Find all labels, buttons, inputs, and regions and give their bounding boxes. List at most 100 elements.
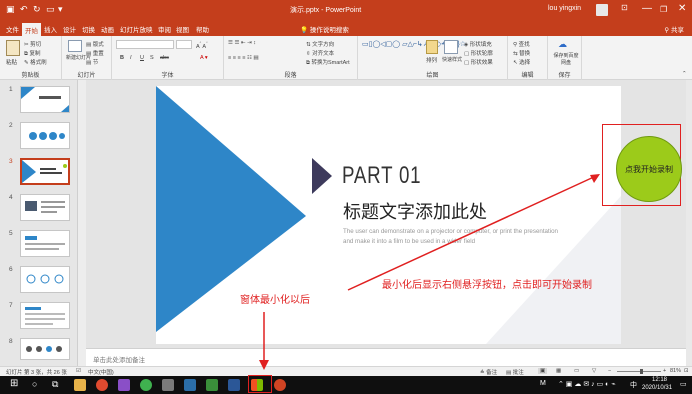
notes-toggle[interactable]: ≙ 备注	[480, 368, 497, 376]
user-name[interactable]: lou yingxin	[548, 5, 581, 12]
slide-thumbnail-3[interactable]	[20, 158, 70, 185]
powerpoint-icon[interactable]	[274, 379, 286, 391]
app-icon-5[interactable]	[162, 379, 174, 391]
slide-thumbnail-4[interactable]	[20, 194, 70, 221]
editor-scrollbar[interactable]	[686, 80, 692, 366]
tab-insert[interactable]: 插入	[44, 24, 57, 34]
ime-lang[interactable]: 中	[630, 380, 637, 390]
zoom-slider-thumb[interactable]	[640, 369, 643, 374]
save-icon[interactable]: ▣	[6, 4, 15, 15]
slide-thumbnail-8[interactable]	[20, 338, 70, 360]
windows-start-icon[interactable]: ⊞	[10, 378, 18, 389]
tab-review[interactable]: 审阅	[158, 24, 171, 34]
app-icon-7[interactable]	[206, 379, 218, 391]
slide-thumbnail-6[interactable]	[20, 266, 70, 293]
slide-canvas[interactable]: PART 01 标题文字添加此处 The user can demonstrat…	[156, 86, 621, 344]
tray-icons[interactable]: ⌃ ▣ ☁ ✉ ♪ ▭ ◐ ⌁	[558, 380, 616, 388]
shadow-button[interactable]: S	[150, 55, 154, 61]
start-slideshow-icon[interactable]: ▭	[46, 4, 55, 15]
bold-button[interactable]: B	[120, 55, 124, 61]
shape-fill-button[interactable]: ◈ 形状填充	[464, 40, 492, 48]
text-direction-button[interactable]: ⇅ 文字方向	[306, 40, 334, 48]
tab-home[interactable]: 开始	[22, 23, 41, 36]
wechat-icon[interactable]	[140, 379, 152, 391]
slide-thumbnail-1[interactable]	[20, 86, 70, 113]
normal-view-button[interactable]: ▣	[538, 368, 548, 374]
zoom-level[interactable]: 81%	[670, 368, 681, 374]
ime-icon[interactable]: M	[540, 380, 546, 387]
task-view-icon[interactable]: ⧉	[52, 379, 58, 390]
minimize-button[interactable]: —	[642, 3, 652, 14]
word-icon[interactable]	[228, 379, 240, 391]
tab-animations[interactable]: 动画	[101, 24, 114, 34]
float-record-button[interactable]: 点我开始录制	[616, 136, 682, 202]
font-family-select[interactable]	[116, 40, 174, 49]
tab-help[interactable]: 帮助	[196, 24, 209, 34]
close-button[interactable]: ✕	[678, 3, 686, 14]
clock-time[interactable]: 12:18	[652, 377, 667, 383]
customize-qat-icon[interactable]: ▾	[58, 4, 63, 15]
slide-thumbnail-7[interactable]	[20, 302, 70, 329]
reading-view-button[interactable]: ▭	[574, 368, 579, 374]
tell-me-search[interactable]: 💡 操作说明搜索	[300, 24, 349, 34]
copy-button[interactable]: ⧉ 复制	[24, 49, 40, 58]
zoom-slider[interactable]	[617, 371, 661, 372]
tab-file[interactable]: 文件	[6, 24, 19, 34]
chrome-icon[interactable]	[96, 379, 108, 391]
font-color-button[interactable]: A ▾	[200, 55, 208, 61]
ribbon-display-icon[interactable]: ⊡	[621, 3, 628, 12]
tab-design[interactable]: 设计	[63, 24, 76, 34]
search-icon[interactable]: ○	[32, 379, 37, 389]
comments-toggle[interactable]: ▤ 批注	[506, 368, 524, 376]
strikethrough-button[interactable]: abc	[160, 55, 169, 61]
zoom-out-button[interactable]: −	[608, 368, 611, 374]
align-text-button[interactable]: ⇳ 对齐文本	[306, 49, 334, 57]
shape-effects-button[interactable]: ▢ 形状效果	[464, 58, 493, 66]
replace-button[interactable]: ⇆ 替换	[513, 49, 530, 57]
italic-button[interactable]: I	[130, 55, 132, 61]
baidu-cloud-icon[interactable]: ☁	[558, 39, 567, 50]
zoom-in-button[interactable]: +	[663, 368, 666, 374]
cut-button[interactable]: ✂ 剪切	[24, 40, 41, 48]
arrange-icon[interactable]	[426, 40, 438, 54]
layout-button[interactable]: ▤ 版式	[86, 40, 104, 48]
share-button[interactable]: ⚲ 共享	[664, 24, 684, 34]
select-button[interactable]: ↖ 选择	[513, 58, 530, 66]
undo-icon[interactable]: ↶	[20, 4, 28, 15]
fit-slide-icon[interactable]: ⊡	[684, 368, 689, 374]
thumbnail-scrollbar[interactable]	[78, 80, 86, 366]
paste-icon[interactable]	[6, 40, 20, 56]
shape-outline-button[interactable]: ▢ 形状轮廓	[464, 49, 493, 57]
slideshow-view-button[interactable]: ▽	[592, 368, 596, 374]
align-icon[interactable]: ≡ ≡ ≡ ≡ ☷ ▤	[228, 55, 259, 61]
app-icon-6[interactable]	[184, 379, 196, 391]
tab-transitions[interactable]: 切换	[82, 24, 95, 34]
clock-date[interactable]: 2020/10/31	[642, 385, 672, 391]
underline-button[interactable]: U	[140, 55, 144, 61]
redo-icon[interactable]: ↻	[33, 4, 41, 15]
sorter-view-button[interactable]: ▦	[556, 368, 561, 374]
find-button[interactable]: ⚲ 查找	[513, 40, 530, 48]
reset-button[interactable]: ▤ 重置	[86, 49, 104, 57]
slide-thumbnail-2[interactable]	[20, 122, 70, 149]
avatar[interactable]	[596, 4, 608, 16]
collapse-ribbon-icon[interactable]: ⌃	[682, 71, 687, 77]
maximize-button[interactable]: ❐	[660, 5, 667, 14]
notes-pane[interactable]: 单击此处添加备注	[86, 348, 688, 366]
file-explorer-icon[interactable]	[74, 379, 86, 391]
notification-icon[interactable]: ▭	[680, 380, 687, 388]
tab-slideshow[interactable]: 幻灯片放映	[120, 24, 153, 34]
language-status[interactable]: 中文(中国)	[88, 368, 114, 376]
section-button[interactable]: ▤ 节	[86, 58, 98, 66]
visual-studio-icon[interactable]	[118, 379, 130, 391]
smartart-button[interactable]: ⧉ 转换为SmartArt	[306, 58, 350, 67]
quick-styles-icon[interactable]	[444, 40, 458, 54]
spellcheck-icon[interactable]: ☑	[76, 368, 81, 374]
new-slide-icon[interactable]	[68, 40, 82, 52]
slide-thumbnail-5[interactable]	[20, 230, 70, 257]
font-size-select[interactable]	[176, 40, 192, 49]
tab-view[interactable]: 视图	[176, 24, 189, 34]
bullets-icon[interactable]: ☰ ☰ ⇤ ⇥ ↕	[228, 40, 256, 46]
grow-font-icon[interactable]: Aˆ Aˇ	[196, 41, 208, 50]
format-painter-button[interactable]: ✎ 格式刷	[24, 58, 47, 66]
